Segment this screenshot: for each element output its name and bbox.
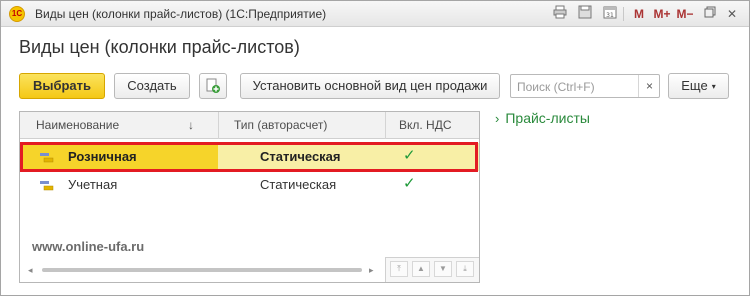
chevron-right-icon: › xyxy=(495,111,500,126)
price-lists-link[interactable]: › Прайс-листы xyxy=(495,110,590,126)
column-header-name[interactable]: Наименование xyxy=(36,112,119,139)
memory-minus-button[interactable]: M− xyxy=(675,5,695,23)
table-navigation: ⤒ ▲ ▼ ⤓ xyxy=(385,257,479,282)
search-placeholder: Поиск (Ctrl+F) xyxy=(517,80,595,94)
add-document-icon xyxy=(206,78,220,93)
restore-icon[interactable] xyxy=(701,5,719,23)
price-types-table[interactable]: Наименование ↓ Тип (авторасчет) Вкл. НДС… xyxy=(19,111,480,283)
row-name: Учетная xyxy=(68,177,118,192)
horizontal-scrollbar[interactable]: ◂ ▸ xyxy=(20,262,385,278)
column-divider xyxy=(385,112,386,139)
more-label: Еще xyxy=(681,78,708,93)
search-input[interactable]: Поиск (Ctrl+F) × xyxy=(510,74,660,98)
memory-plus-button[interactable]: M+ xyxy=(652,5,672,23)
price-lists-label: Прайс-листы xyxy=(505,110,590,126)
app-window: 1С Виды цен (колонки прайс-листов) (1С:П… xyxy=(0,0,750,296)
title-bar: 1С Виды цен (колонки прайс-листов) (1С:П… xyxy=(1,1,749,27)
sort-down-icon[interactable]: ↓ xyxy=(188,112,194,139)
watermark-text: www.online-ufa.ru xyxy=(32,239,145,254)
toolbar-separator xyxy=(623,7,624,21)
row-highlight-frame xyxy=(20,142,478,172)
go-last-icon[interactable]: ⤓ xyxy=(456,261,474,277)
memory-button[interactable]: M xyxy=(629,5,649,23)
create-button[interactable]: Создать xyxy=(114,73,190,99)
set-default-price-type-button[interactable]: Установить основной вид цен продажи xyxy=(240,73,500,99)
print-icon[interactable] xyxy=(551,5,569,23)
calendar-icon[interactable]: 31 xyxy=(601,5,619,23)
table-header: Наименование ↓ Тип (авторасчет) Вкл. НДС xyxy=(20,112,479,139)
scrollbar-thumb[interactable] xyxy=(42,268,362,272)
save-icon[interactable] xyxy=(576,5,594,23)
more-button[interactable]: Еще ▾ xyxy=(668,73,729,99)
svg-text:31: 31 xyxy=(606,12,614,19)
price-type-icon xyxy=(40,181,54,191)
page-down-icon[interactable]: ▼ xyxy=(434,261,452,277)
chevron-down-icon: ▾ xyxy=(711,81,716,91)
close-icon[interactable]: ✕ xyxy=(723,5,741,23)
column-header-vat[interactable]: Вкл. НДС xyxy=(399,112,452,139)
column-header-type[interactable]: Тип (авторасчет) xyxy=(234,112,327,139)
page-up-icon[interactable]: ▲ xyxy=(412,261,430,277)
form-title: Виды цен (колонки прайс-листов) xyxy=(19,37,300,57)
vat-check-icon: ✓ xyxy=(403,175,416,192)
select-button[interactable]: Выбрать xyxy=(19,73,105,99)
app-logo-icon[interactable]: 1С xyxy=(9,6,25,22)
copy-button[interactable] xyxy=(199,73,227,99)
scroll-left-icon[interactable]: ◂ xyxy=(28,265,33,276)
go-first-icon[interactable]: ⤒ xyxy=(390,261,408,277)
row-type: Статическая xyxy=(260,177,337,192)
table-row[interactable]: Учетная Статическая ✓ xyxy=(20,171,479,199)
search-clear-button[interactable]: × xyxy=(638,75,660,97)
column-divider xyxy=(218,112,219,139)
scroll-right-icon[interactable]: ▸ xyxy=(369,265,374,276)
window-title: Виды цен (колонки прайс-листов) (1С:Пред… xyxy=(35,7,327,21)
